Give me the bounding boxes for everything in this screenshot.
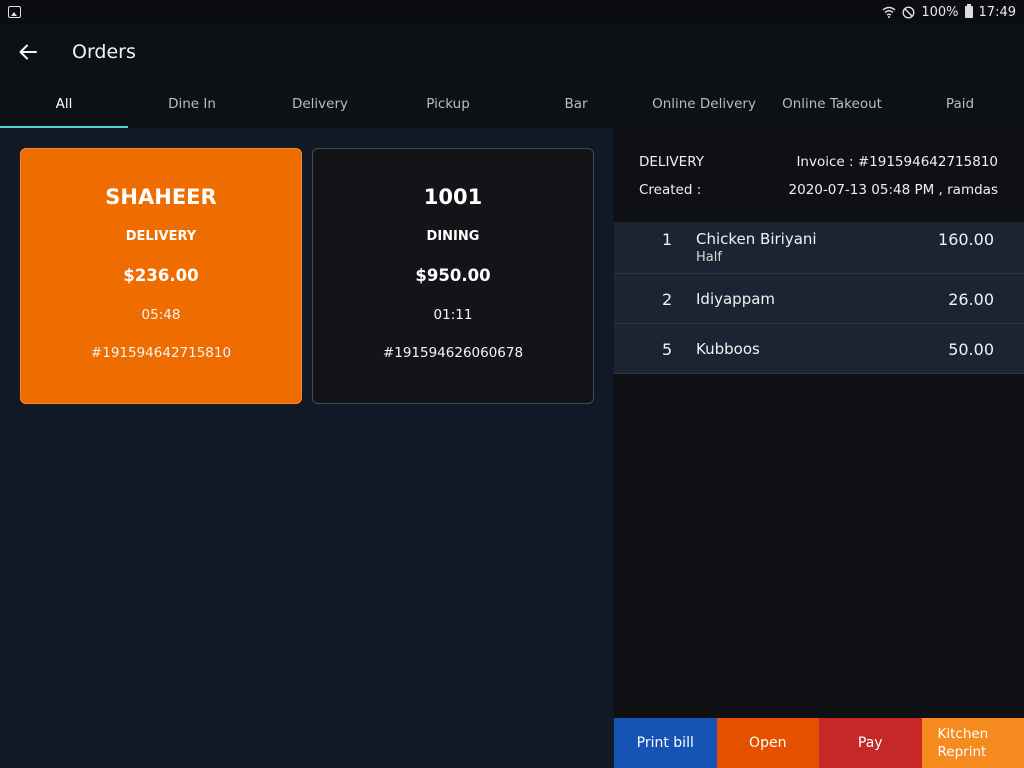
item-price: 160.00	[938, 230, 994, 249]
order-customer-name: 1001	[423, 185, 483, 209]
order-invoice: #191594626060678	[382, 345, 524, 361]
back-button[interactable]	[0, 24, 56, 80]
order-card[interactable]: 1001 DINING $950.00 01:11 #1915946260606…	[312, 148, 594, 404]
clock: 17:49	[978, 4, 1016, 20]
tab-delivery[interactable]: Delivery	[256, 80, 384, 128]
tab-paid[interactable]: Paid	[896, 80, 1024, 128]
detail-row-type: DELIVERY Invoice : #191594642715810	[639, 154, 998, 170]
battery-percent: 100%	[921, 4, 959, 20]
item-quantity: 5	[662, 340, 673, 359]
tab-all[interactable]: All	[0, 80, 128, 128]
tab-dine-in[interactable]: Dine In	[128, 80, 256, 128]
order-action-bar: Print bill Open Pay Kitchen Reprint	[614, 718, 1024, 768]
order-amount: $950.00	[415, 266, 491, 285]
app-bar: Orders	[0, 24, 1024, 80]
tab-online-takeout[interactable]: Online Takeout	[768, 80, 896, 128]
order-items-list: 1 Chicken Biriyani Half 160.00 2 Idiyapp…	[614, 222, 1024, 374]
order-amount: $236.00	[123, 266, 199, 285]
print-bill-button[interactable]: Print bill	[614, 718, 717, 768]
kitchen-reprint-line-2: Reprint	[937, 744, 987, 760]
item-price: 50.00	[948, 340, 994, 359]
tab-bar[interactable]: Bar	[512, 80, 640, 128]
order-item-row[interactable]: 5 Kubboos 50.00	[614, 324, 1024, 374]
order-type: DELIVERY	[125, 229, 197, 244]
order-customer-name: SHAHEER	[105, 185, 217, 209]
open-order-button[interactable]: Open	[716, 718, 819, 768]
kitchen-reprint-line-1: Kitchen	[937, 726, 989, 742]
item-note: Half	[696, 250, 722, 265]
arrow-back-icon	[19, 44, 37, 60]
kitchen-reprint-button[interactable]: Kitchen Reprint	[921, 718, 1024, 768]
detail-created-label: Created :	[639, 182, 702, 198]
detail-order-type: DELIVERY	[639, 154, 704, 170]
battery-icon	[964, 4, 973, 18]
item-name: Kubboos	[696, 340, 760, 358]
do-not-disturb-icon	[902, 5, 915, 19]
order-type-tabs: All Dine In Delivery Pickup Bar Online D…	[0, 80, 1024, 128]
order-card-selected[interactable]: SHAHEER DELIVERY $236.00 05:48 #19159464…	[20, 148, 302, 404]
status-bar: 100% 17:49	[0, 0, 1024, 24]
detail-invoice: Invoice : #191594642715810	[796, 154, 998, 170]
tab-pickup[interactable]: Pickup	[384, 80, 512, 128]
page-title: Orders	[72, 41, 136, 63]
item-name: Chicken Biriyani	[696, 230, 817, 248]
order-time: 05:48	[141, 307, 181, 323]
order-item-row[interactable]: 1 Chicken Biriyani Half 160.00	[614, 222, 1024, 274]
order-item-row[interactable]: 2 Idiyappam 26.00	[614, 274, 1024, 324]
pay-button[interactable]: Pay	[819, 718, 922, 768]
order-detail-header: DELIVERY Invoice : #191594642715810 Crea…	[614, 128, 1024, 222]
item-price: 26.00	[948, 290, 994, 309]
detail-created-value: 2020-07-13 05:48 PM , ramdas	[788, 182, 998, 198]
order-time: 01:11	[433, 307, 473, 323]
gallery-notification-icon	[8, 6, 21, 18]
wifi-icon	[882, 6, 896, 18]
status-indicators: 100% 17:49	[882, 4, 1016, 20]
kitchen-reprint-label: Kitchen Reprint	[938, 725, 989, 761]
tab-online-delivery[interactable]: Online Delivery	[640, 80, 768, 128]
order-detail-panel: DELIVERY Invoice : #191594642715810 Crea…	[614, 128, 1024, 768]
item-name: Idiyappam	[696, 290, 776, 308]
detail-row-created: Created : 2020-07-13 05:48 PM , ramdas	[639, 182, 998, 198]
item-quantity: 2	[662, 290, 673, 309]
order-type: DINING	[426, 229, 480, 244]
orders-grid: SHAHEER DELIVERY $236.00 05:48 #19159464…	[0, 128, 614, 768]
order-invoice: #191594642715810	[90, 345, 232, 361]
item-quantity: 1	[662, 230, 673, 249]
